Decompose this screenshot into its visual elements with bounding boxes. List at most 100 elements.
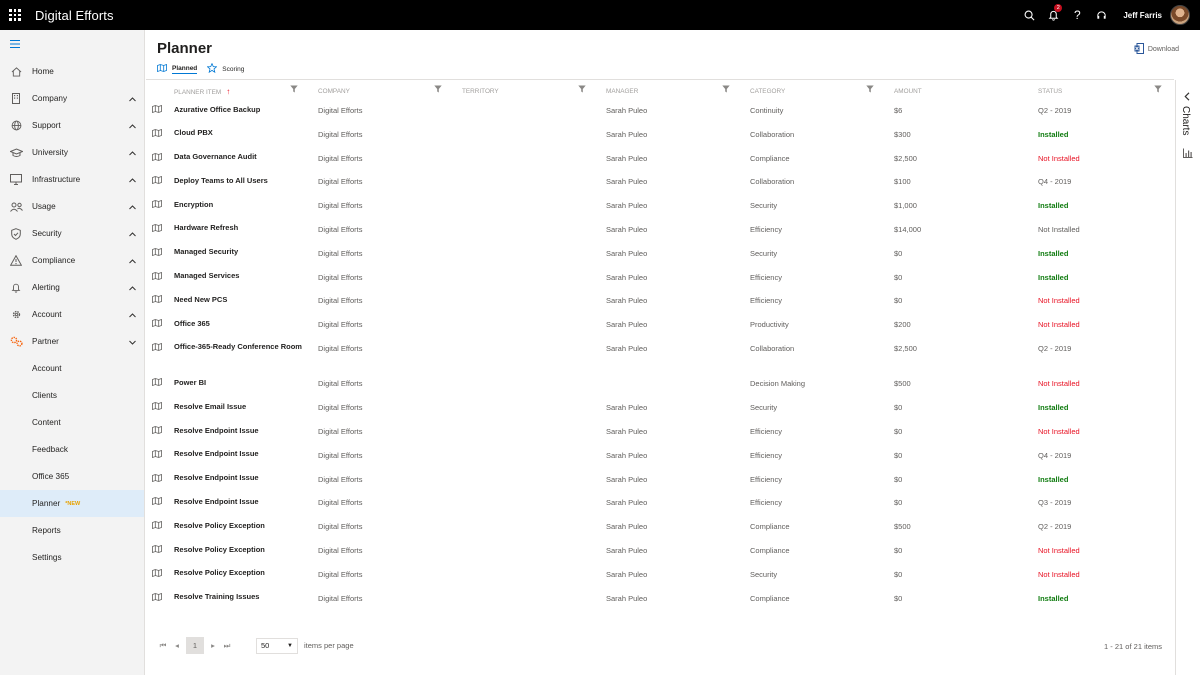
table-row[interactable]: Managed Services Digital Efforts Sarah Pul… (146, 267, 1174, 291)
table-row[interactable]: Resolve Endpoint Issue Digital Efforts Sar… (146, 421, 1174, 445)
table-row[interactable]: Resolve Endpoint Issue Digital Efforts Sar… (146, 469, 1174, 493)
filter-icon[interactable] (866, 85, 874, 95)
cell-planner-item[interactable]: Need New PCS (174, 290, 318, 314)
table-row[interactable]: Resolve Email Issue Digital Efforts Sarah … (146, 397, 1174, 421)
column-header-manager[interactable]: Manager (606, 82, 750, 100)
cell-category: Security (750, 201, 778, 211)
chevron-left-icon[interactable] (1184, 92, 1190, 103)
table-row[interactable]: Resolve Policy Exception Digital Efforts S… (146, 516, 1174, 540)
table-row[interactable]: Encryption Digital Efforts Sarah Puleo Secu… (146, 195, 1174, 219)
cell-planner-item[interactable]: Power BI (174, 373, 318, 397)
filter-icon[interactable] (578, 85, 586, 95)
search-icon[interactable] (1017, 0, 1041, 30)
tab-planned[interactable]: Planned (157, 63, 198, 77)
filter-icon[interactable] (290, 85, 298, 95)
sidebar-item-university[interactable]: University (0, 139, 144, 166)
cell-planner-item[interactable]: Deploy Teams to All Users (174, 171, 318, 195)
filter-icon[interactable] (1154, 85, 1162, 95)
first-page-icon[interactable]: ⏮ (156, 638, 170, 654)
filter-icon[interactable] (722, 85, 730, 95)
sidebar-item-alerting[interactable]: Alerting (0, 274, 144, 301)
cell-planner-item[interactable]: Resolve Training Issues (174, 588, 318, 612)
table-row[interactable]: Managed Security Digital Efforts Sarah Pul… (146, 243, 1174, 267)
tab-scoring[interactable]: Scoring (206, 62, 244, 78)
table-row[interactable]: Hardware Refresh Digital Efforts Sarah Pul… (146, 219, 1174, 243)
notifications-bell-icon[interactable]: 2 (1041, 0, 1065, 30)
next-page-icon[interactable]: ▸ (206, 638, 220, 654)
table-row[interactable]: Office 365 Digital Efforts Sarah Puleo Prod… (146, 314, 1174, 338)
cell-manager: Sarah Puleo (606, 546, 648, 556)
cell-planner-item[interactable]: Azurative Office Backup (174, 100, 318, 124)
cell-planner-item[interactable]: Encryption (174, 195, 318, 219)
column-header-territory[interactable]: Territory (462, 82, 606, 100)
monitor-icon (0, 174, 32, 185)
page-number-button[interactable]: 1 (186, 637, 204, 654)
sidebar-item-support[interactable]: Support (0, 112, 144, 139)
cell-status: Not Installed (1038, 546, 1080, 556)
table-row[interactable]: Resolve Training Issues Digital Efforts Sa… (146, 588, 1174, 612)
cell-planner-item[interactable]: Resolve Policy Exception (174, 540, 318, 564)
avatar[interactable] (1170, 5, 1190, 25)
cell-planner-item[interactable]: Resolve Policy Exception (174, 564, 318, 588)
table-row[interactable]: Resolve Policy Exception Digital Efforts S… (146, 540, 1174, 564)
table-row[interactable]: Power BI Digital Efforts Decision Making $5… (146, 373, 1174, 397)
app-launcher-icon[interactable] (0, 0, 30, 30)
cell-planner-item[interactable]: Resolve Endpoint Issue (174, 469, 318, 493)
sidebar-item-partner[interactable]: Partner (0, 328, 144, 355)
sidebar-subitem-office-365[interactable]: Office 365 (0, 463, 144, 490)
filter-icon[interactable] (434, 85, 442, 95)
table-row[interactable]: Deploy Teams to All Users Digital Efforts… (146, 171, 1174, 195)
column-header-category[interactable]: Category (750, 82, 894, 100)
sidebar-item-security[interactable]: Security (0, 220, 144, 247)
cell-planner-item[interactable]: Hardware Refresh (174, 219, 318, 243)
sidebar-item-account[interactable]: Account (0, 301, 144, 328)
cell-planner-item[interactable]: Managed Services (174, 267, 318, 291)
sidebar-item-infrastructure[interactable]: Infrastructure (0, 166, 144, 193)
sidebar-item-company[interactable]: Company (0, 85, 144, 112)
previous-page-icon[interactable]: ◂ (170, 638, 184, 654)
last-page-icon[interactable]: ⏭ (220, 638, 234, 654)
table-row[interactable]: Resolve Endpoint Issue Digital Efforts Sar… (146, 492, 1174, 516)
help-icon[interactable]: ? (1065, 0, 1089, 30)
page-size-select[interactable]: 50 ▼ (256, 637, 298, 654)
cell-planner-item[interactable]: Resolve Endpoint Issue (174, 492, 318, 516)
table-row[interactable]: Azurative Office Backup Digital Efforts Sa… (146, 100, 1174, 124)
cell-planner-item[interactable]: Cloud PBX (174, 124, 318, 148)
user-name[interactable]: Jeff Farris (1123, 11, 1162, 20)
cell-planner-item[interactable]: Resolve Policy Exception (174, 516, 318, 540)
sidebar-subitem-feedback[interactable]: Feedback (0, 436, 144, 463)
charts-panel-toggle[interactable]: Charts (1175, 80, 1200, 675)
cell-planner-item[interactable]: Data Governance Audit (174, 148, 318, 172)
sidebar-subitem-reports[interactable]: Reports (0, 517, 144, 544)
cell-planner-item[interactable]: Resolve Endpoint Issue (174, 445, 318, 469)
cell-planner-item[interactable]: Office-365-Ready Conference Room (174, 338, 318, 374)
sidebar-item-usage[interactable]: Usage (0, 193, 144, 220)
column-header-status[interactable]: Status (1038, 82, 1174, 100)
sidebar-item-home[interactable]: Home (0, 58, 144, 85)
people-icon (0, 202, 32, 212)
cell-planner-item[interactable]: Office 365 (174, 314, 318, 338)
column-header-company[interactable]: Company (318, 82, 462, 100)
table-row[interactable]: Resolve Policy Exception Digital Efforts S… (146, 564, 1174, 588)
column-header-planner-item[interactable]: Planner Item ↑ (174, 82, 318, 100)
cell-planner-item[interactable]: Resolve Email Issue (174, 397, 318, 421)
table-row[interactable]: Data Governance Audit Digital Efforts Sara… (146, 148, 1174, 172)
table-row[interactable]: Office-365-Ready Conference Room Digital … (146, 338, 1174, 374)
sidebar-subitem-settings[interactable]: Settings (0, 544, 144, 571)
table-row[interactable]: Resolve Endpoint Issue Digital Efforts Sar… (146, 445, 1174, 469)
sidebar-item-compliance[interactable]: Compliance (0, 247, 144, 274)
sidebar-subitem-content[interactable]: Content (0, 409, 144, 436)
cell-planner-item[interactable]: Managed Security (174, 243, 318, 267)
sidebar-subitem-account[interactable]: Account (0, 355, 144, 382)
cell-territory (462, 219, 606, 243)
table-row[interactable]: Need New PCS Digital Efforts Sarah Puleo Ef… (146, 290, 1174, 314)
cell-territory (462, 243, 606, 267)
cell-planner-item[interactable]: Resolve Endpoint Issue (174, 421, 318, 445)
support-headset-icon[interactable] (1089, 0, 1113, 30)
sidebar-subitem-clients[interactable]: Clients (0, 382, 144, 409)
sidebar-subitem-planner[interactable]: Planner *NEW (0, 490, 144, 517)
table-row[interactable]: Cloud PBX Digital Efforts Sarah Puleo Colla… (146, 124, 1174, 148)
column-header-amount[interactable]: Amount (894, 82, 1038, 100)
download-button[interactable]: Download (1134, 43, 1179, 56)
hamburger-menu-icon[interactable] (0, 30, 144, 58)
